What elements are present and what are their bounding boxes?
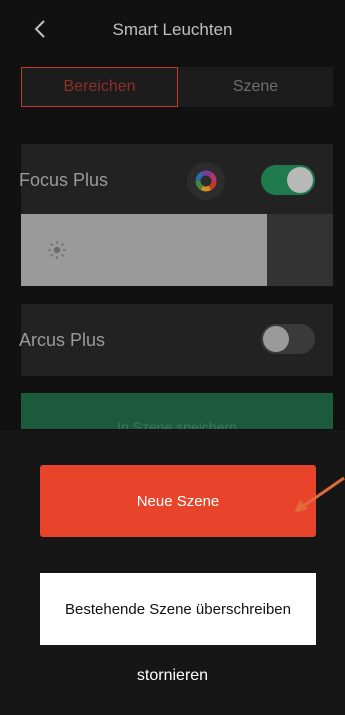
device-name-focus-plus: Focus Plus	[19, 170, 109, 190]
tab-bereichen[interactable]: Bereichen	[21, 67, 178, 107]
toggle-knob	[263, 326, 289, 352]
save-to-scene-button[interactable]: In Szene speichern	[21, 393, 333, 429]
toggle-arcus-plus[interactable]	[261, 324, 315, 354]
segment-control: Bereichen Szene	[21, 67, 333, 107]
header-bar: Smart Leuchten	[0, 0, 345, 60]
sun-icon	[48, 241, 66, 259]
toggle-focus-plus[interactable]	[261, 165, 315, 195]
back-chevron-icon[interactable]	[34, 20, 46, 38]
brightness-slider[interactable]	[21, 214, 333, 286]
overwrite-scene-button[interactable]: Bestehende Szene überschreiben	[40, 573, 316, 645]
cancel-button[interactable]: stornieren	[0, 667, 345, 685]
tab-szene[interactable]: Szene	[178, 67, 333, 107]
color-wheel-icon[interactable]	[187, 162, 225, 200]
device-name-arcus-plus: Arcus Plus	[19, 330, 106, 350]
new-scene-button[interactable]: Neue Szene	[40, 465, 316, 537]
toggle-knob	[287, 167, 313, 193]
save-to-scene-label: In Szene speichern	[117, 419, 237, 429]
page-title: Smart Leuchten	[112, 20, 233, 39]
app-screen: Smart Leuchten Bereichen Szene Focus Plu…	[0, 0, 345, 715]
pointer-arrow-icon	[294, 476, 345, 513]
